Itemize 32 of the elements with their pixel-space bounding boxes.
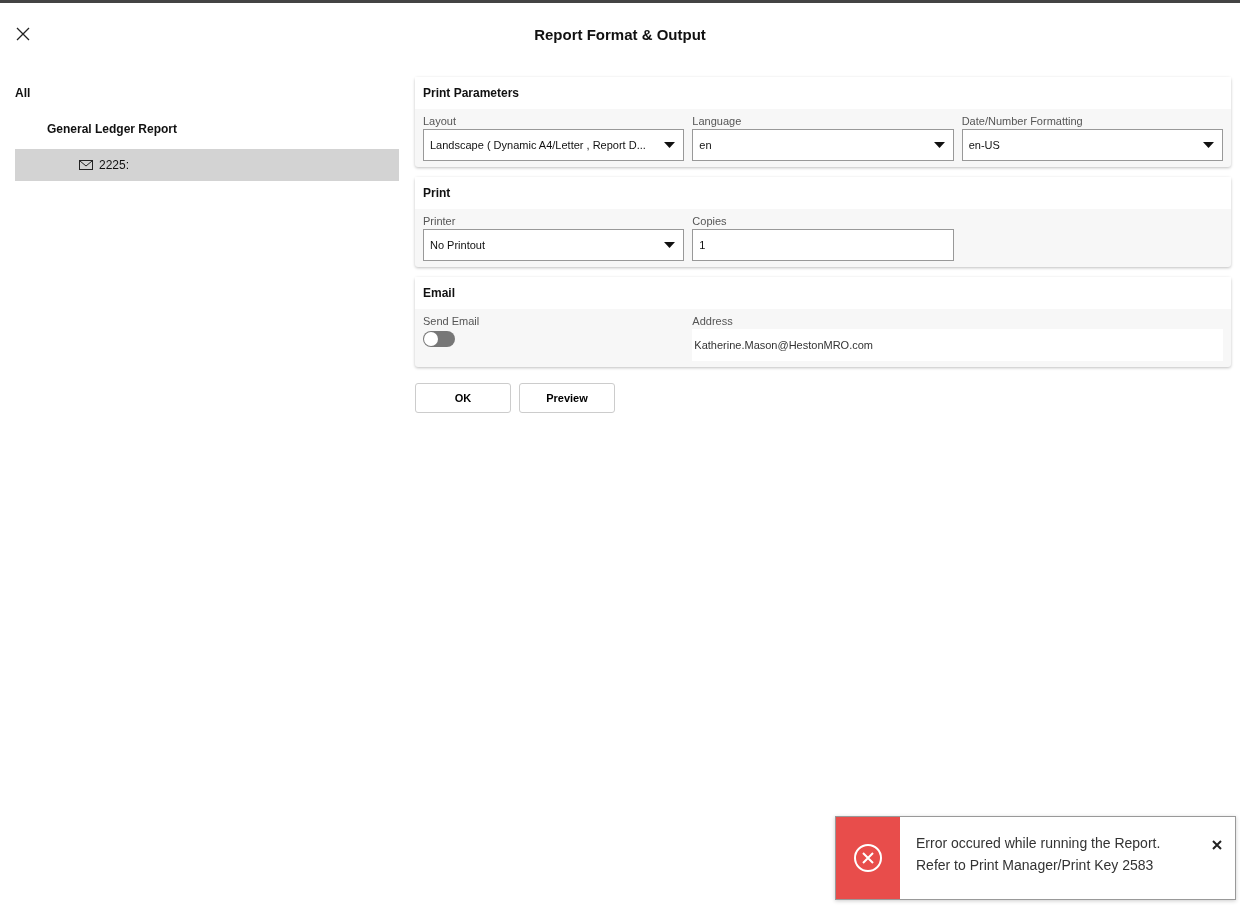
action-button[interactable]: Preview	[519, 383, 615, 413]
dropdown-field[interactable]: en-US	[961, 129, 1223, 161]
field-label: Copies	[692, 214, 728, 229]
section-title: Print	[423, 186, 451, 200]
input-field[interactable]: 1	[692, 229, 954, 261]
caret-icon	[1203, 142, 1214, 148]
caret-icon	[664, 142, 676, 148]
caret-icon	[664, 242, 676, 248]
envelope-icon	[79, 160, 93, 170]
caret-icon	[933, 142, 945, 148]
window-title: Report Format & Output	[534, 25, 706, 43]
tree-item[interactable]: General Ledger Report	[15, 113, 399, 145]
section-title: Print Parameters	[423, 86, 520, 100]
section-title: Email	[423, 286, 455, 300]
action-button[interactable]: OK	[415, 383, 511, 413]
input-field[interactable]: Katherine.Mason@HestonMRO.com	[692, 329, 1223, 361]
field-label: Send Email	[423, 314, 481, 329]
field-label: Printer	[423, 214, 457, 229]
field-label: Date/Number Formatting	[961, 114, 1084, 129]
dropdown-field[interactable]: en	[692, 129, 954, 161]
field-label: Language	[692, 114, 743, 129]
tree-item[interactable]: All	[15, 77, 399, 109]
error-message: Error occured while running the Report.	[916, 835, 1162, 851]
field-label: Address	[692, 314, 734, 329]
error-icon	[853, 843, 883, 873]
field-label: Layout	[423, 114, 458, 129]
toggle-switch[interactable]	[423, 331, 455, 347]
close-button[interactable]	[14, 25, 32, 43]
dropdown-field[interactable]: No Printout	[423, 229, 685, 261]
error-message: Refer to Print Manager/Print Key 2583	[916, 857, 1155, 873]
dropdown-field[interactable]: Landscape ( Dynamic A4/Letter , Report D...	[423, 129, 685, 161]
tree-item[interactable]: 2225:	[15, 149, 399, 181]
